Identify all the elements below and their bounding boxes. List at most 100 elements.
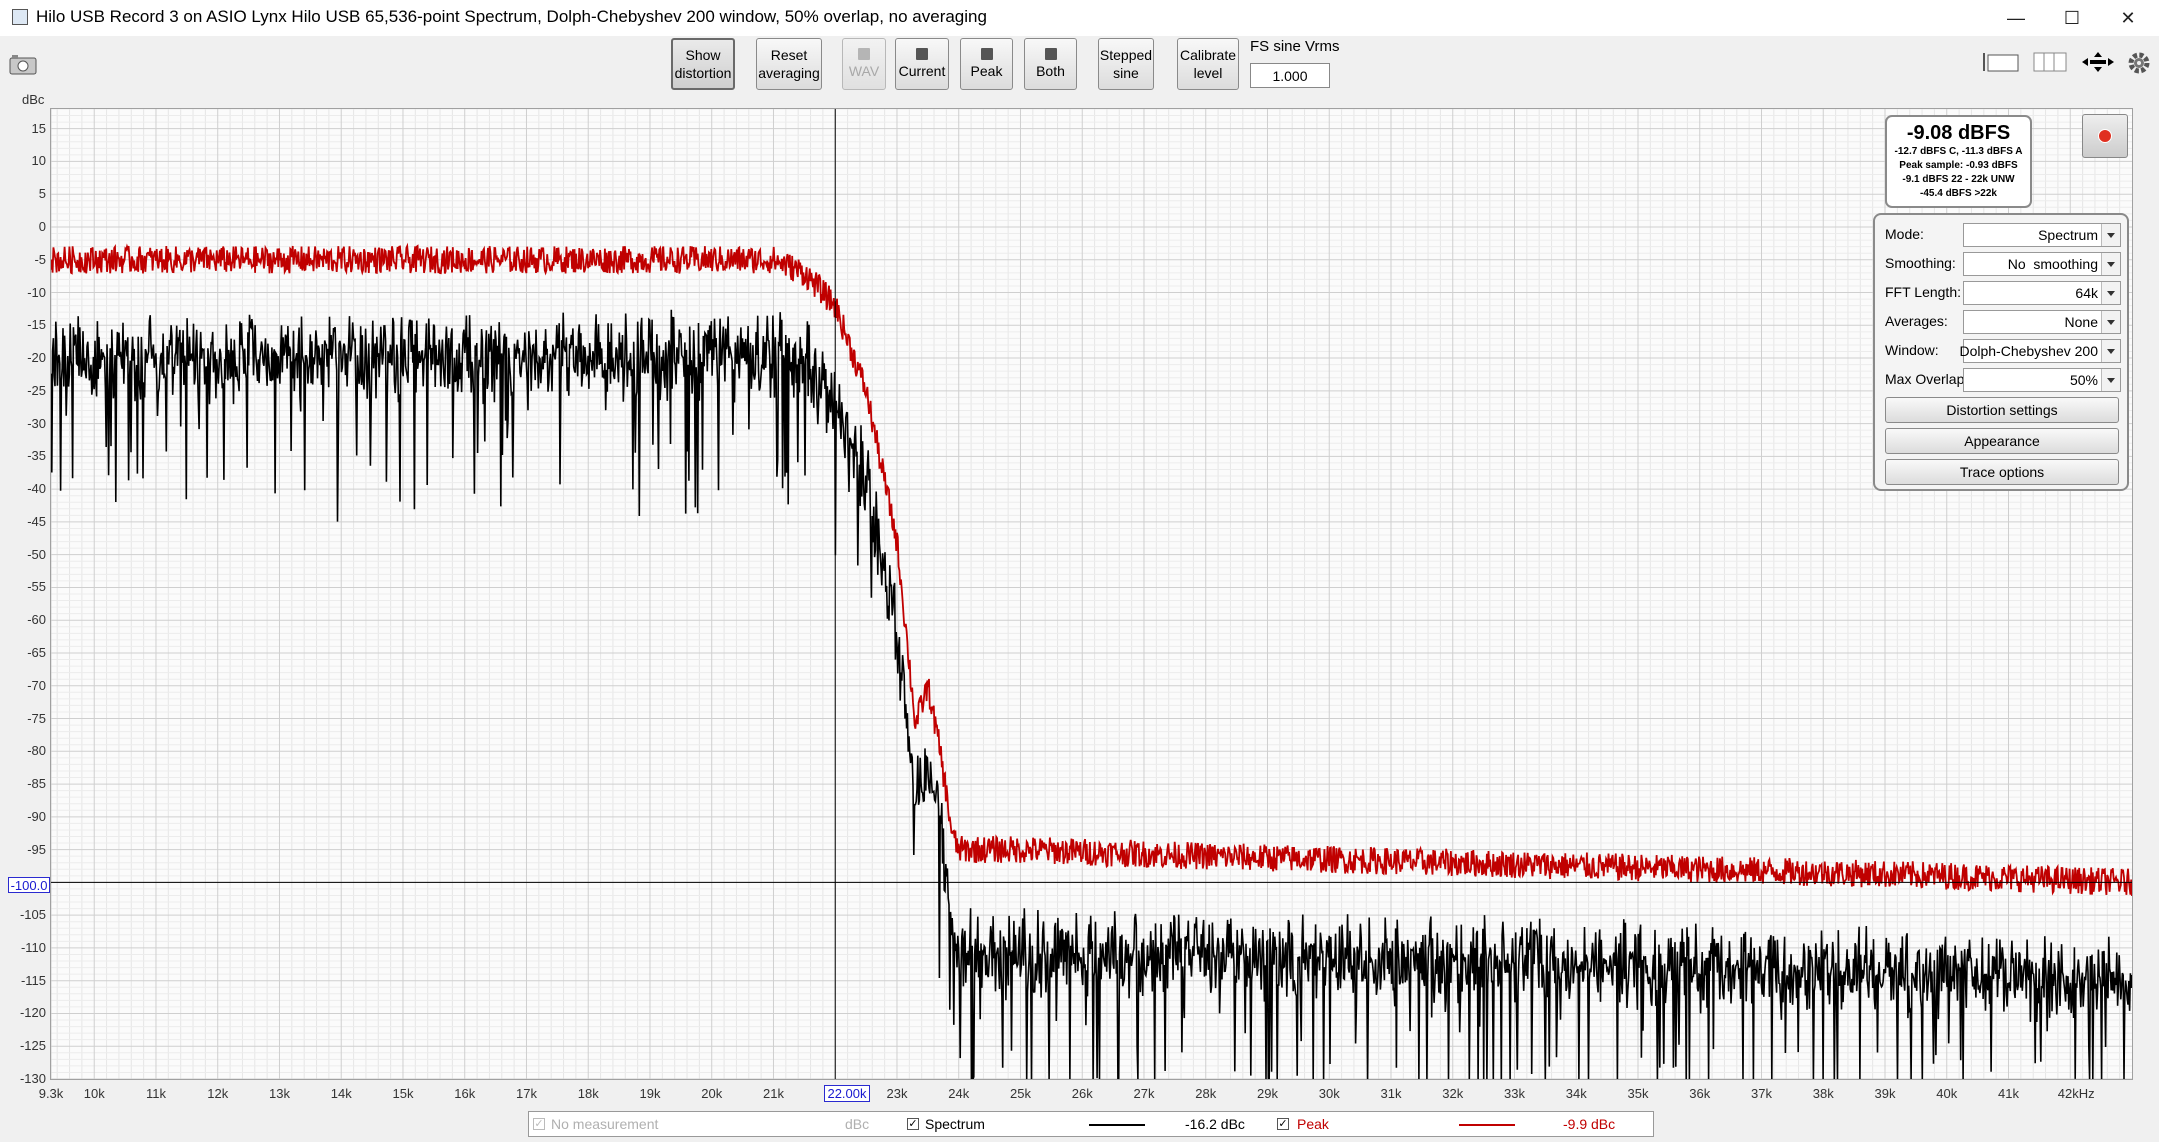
x-tick-label: 20k: [701, 1086, 723, 1101]
y-tick-label: -60: [27, 612, 46, 628]
x-tick-label: 14k: [330, 1086, 352, 1101]
button-label: Current: [898, 63, 946, 79]
close-button[interactable]: ✕: [2100, 0, 2156, 36]
toolbar: Show distortion Reset averaging WAV Curr…: [0, 36, 2159, 96]
chevron-down-icon[interactable]: [2101, 224, 2120, 246]
button-label: level: [1193, 65, 1223, 81]
x-tick-label: 16k: [454, 1086, 476, 1101]
x-tick-label: 38k: [1812, 1086, 1834, 1101]
spectrum-trace: [50, 309, 2133, 1080]
spectrum-chart[interactable]: [50, 108, 2133, 1080]
fft-length-label: FFT Length:: [1885, 284, 1962, 300]
button-label: sine: [1113, 65, 1139, 81]
title-bar: Hilo USB Record 3 on ASIO Lynx Hilo USB …: [0, 0, 2159, 36]
x-tick-label: 25k: [1010, 1086, 1031, 1101]
x-tick-label: 9.3k: [38, 1086, 64, 1101]
save-both-button[interactable]: Both: [1024, 38, 1077, 90]
y-cursor-readout: -100.0: [8, 877, 50, 893]
window-title: Hilo USB Record 3 on ASIO Lynx Hilo USB …: [36, 7, 987, 26]
level-unweighted: -9.1 dBFS 22 - 22k UNW: [1902, 174, 2015, 185]
level-weighted: -12.7 dBFS C, -11.3 dBFS A: [1894, 146, 2023, 157]
peak-checkbox[interactable]: ✓: [1277, 1118, 1289, 1130]
trace-options-button[interactable]: Trace options: [1885, 459, 2119, 485]
y-tick-label: -45: [27, 513, 46, 529]
smoothing-label: Smoothing:: [1885, 255, 1956, 271]
distortion-settings-button[interactable]: Distortion settings: [1885, 397, 2119, 423]
spectrum-legend-line: [1089, 1124, 1145, 1126]
spectrum-legend-label: Spectrum: [925, 1116, 985, 1132]
move-arrows-icon[interactable]: [2080, 50, 2116, 74]
x-tick-label: 40k: [1936, 1086, 1958, 1101]
fft-length-select[interactable]: 64k: [1963, 281, 2121, 305]
button-label: Peak: [970, 63, 1003, 79]
appearance-button[interactable]: Appearance: [1885, 428, 2119, 454]
y-tick-label: -130: [19, 1071, 46, 1086]
averages-row: Averages: None: [1885, 310, 2121, 334]
chevron-down-icon[interactable]: [2101, 311, 2120, 333]
max-overlap-select[interactable]: 50%: [1963, 368, 2121, 392]
window-select[interactable]: Dolph-Chebyshev 200: [1959, 339, 2121, 363]
x-tick-label: 31k: [1380, 1086, 1402, 1101]
x-tick-label: 39k: [1874, 1086, 1896, 1101]
window-value: Dolph-Chebyshev 200: [1959, 343, 2098, 359]
no-measurement-unit: dBc: [845, 1116, 870, 1132]
save-current-button[interactable]: Current: [895, 38, 949, 90]
chevron-down-icon[interactable]: [2101, 253, 2120, 275]
x-tick-label: 34k: [1565, 1086, 1587, 1101]
x-tick-label: 18k: [577, 1086, 599, 1101]
x-tick-label: 26k: [1071, 1086, 1093, 1101]
peak-legend-label: Peak: [1297, 1116, 1329, 1132]
smoothing-select[interactable]: No smoothing: [1963, 252, 2121, 276]
minimize-button[interactable]: —: [1988, 0, 2044, 36]
no-measurement-label: No measurement: [551, 1116, 659, 1132]
smoothing-value: No smoothing: [2007, 256, 2098, 272]
graph-layout-icon[interactable]: [1982, 50, 2022, 74]
stepped-sine-button[interactable]: Stepped sine: [1098, 38, 1154, 90]
smoothing-row: Smoothing: No smoothing: [1885, 252, 2121, 276]
x-tick-label: 11k: [145, 1086, 166, 1101]
gear-icon[interactable]: [2126, 50, 2152, 74]
window-row: Window: Dolph-Chebyshev 200: [1885, 339, 2121, 363]
columns-icon[interactable]: [2032, 50, 2068, 74]
x-tick-label: 10k: [83, 1086, 105, 1101]
mode-select[interactable]: Spectrum: [1963, 223, 2121, 247]
y-tick-label: -50: [27, 546, 46, 562]
spectrum-legend-value: -16.2 dBc: [1185, 1116, 1245, 1132]
save-icon: [980, 48, 993, 60]
wav-button: WAV: [842, 38, 886, 90]
maximize-button[interactable]: ☐: [2044, 0, 2100, 36]
max-overlap-value: 50%: [2069, 372, 2098, 388]
y-tick-label: -10: [27, 284, 46, 300]
save-peak-button[interactable]: Peak: [960, 38, 1013, 90]
reset-averaging-button[interactable]: Reset averaging: [756, 38, 822, 90]
x-tick-label: 35k: [1627, 1086, 1649, 1101]
y-tick-label: -25: [27, 382, 46, 398]
spectrum-plot[interactable]: [50, 108, 2133, 1080]
averages-select[interactable]: None: [1963, 310, 2121, 334]
y-tick-label: -120: [19, 1005, 46, 1021]
fft-length-row: FFT Length: 64k: [1885, 281, 2121, 305]
y-tick-label: -115: [20, 972, 46, 988]
fs-sine-input[interactable]: [1250, 63, 1330, 88]
app-icon: [12, 9, 28, 25]
peak-legend-line: [1459, 1124, 1515, 1126]
button-label: Show: [685, 47, 721, 63]
x-tick-label: 30k: [1318, 1086, 1340, 1101]
y-tick-label: 0: [38, 218, 46, 234]
chevron-down-icon[interactable]: [2101, 282, 2120, 304]
calibrate-level-button[interactable]: Calibrate level: [1177, 38, 1239, 90]
y-tick-label: -70: [27, 677, 46, 693]
folder-icon: [858, 48, 870, 60]
fs-sine-label: FS sine Vrms: [1250, 38, 1340, 55]
show-distortion-button[interactable]: Show distortion: [671, 38, 735, 90]
max-overlap-row: Max Overlap: 50%: [1885, 368, 2121, 392]
chevron-down-icon[interactable]: [2101, 369, 2120, 391]
spectrum-checkbox[interactable]: ✓: [907, 1118, 919, 1130]
mode-row: Mode: Spectrum: [1885, 223, 2121, 247]
y-tick-label: -85: [27, 776, 46, 792]
button-label: Stepped: [1099, 47, 1153, 63]
legend: ✓ No measurement dBc ✓ Spectrum -16.2 dB…: [528, 1111, 1654, 1137]
camera-icon[interactable]: [8, 52, 40, 76]
record-button[interactable]: [2082, 114, 2128, 158]
chevron-down-icon[interactable]: [2101, 340, 2120, 362]
